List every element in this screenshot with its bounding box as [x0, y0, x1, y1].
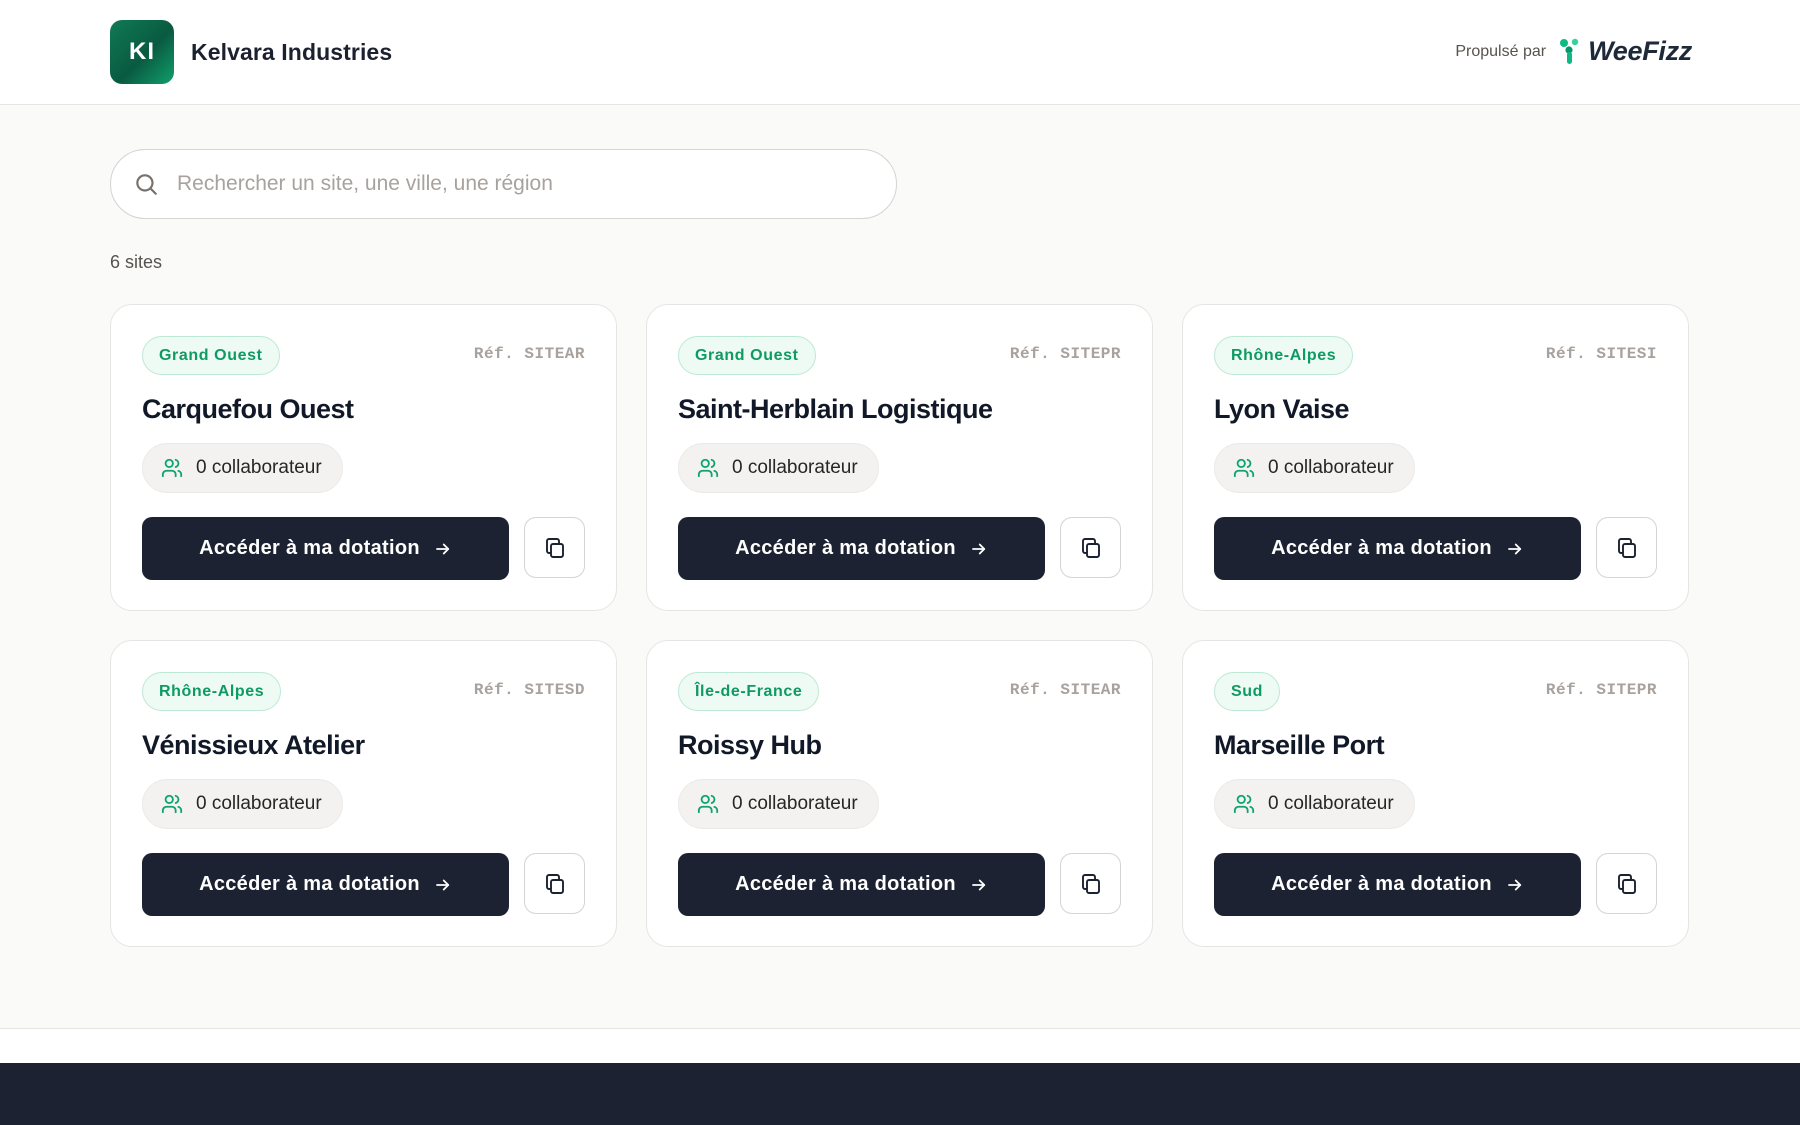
users-icon — [697, 794, 719, 814]
site-card: Grand Ouest Réf. SITEAR Carquefou Ouest … — [110, 304, 617, 611]
partner-logo: WeeFizz — [1588, 36, 1692, 66]
site-name: Roissy Hub — [678, 730, 822, 760]
access-allocation-label: Accéder à ma dotation — [735, 537, 956, 559]
powered-by-label: Propulsé par — [1455, 42, 1547, 60]
copy-icon — [1617, 873, 1636, 894]
site-name: Vénissieux Atelier — [142, 730, 365, 760]
site-name: Carquefou Ouest — [142, 394, 354, 424]
access-allocation-label: Accéder à ma dotation — [735, 873, 956, 895]
site-card: Grand Ouest Réf. SITEPR Saint-Herblain L… — [646, 304, 1153, 611]
access-allocation-button[interactable]: Accéder à ma dotation — [1214, 517, 1581, 580]
region-badge: Île-de-France — [678, 672, 820, 711]
arrow-right-icon — [436, 879, 450, 890]
collaborator-count-label: 0 collaborateur — [732, 457, 858, 478]
users-icon — [1233, 458, 1255, 478]
arrow-right-icon — [436, 543, 450, 554]
search-icon — [136, 174, 157, 195]
collaborator-count: 0 collaborateur — [142, 779, 343, 829]
region-badge: Sud — [1214, 672, 1281, 711]
site-name: Saint-Herblain Logistique — [678, 394, 993, 424]
card-actions: Accéder à ma dotation — [142, 853, 585, 916]
access-allocation-button[interactable]: Accéder à ma dotation — [678, 853, 1045, 916]
access-allocation-button[interactable]: Accéder à ma dotation — [678, 517, 1045, 580]
card-header: Rhône-Alpes Réf. SITESI — [1214, 336, 1657, 376]
arrow-right-icon — [972, 879, 986, 890]
copy-icon — [1081, 537, 1100, 558]
users-icon — [161, 458, 183, 478]
users-icon — [697, 458, 719, 478]
site-card: Île-de-France Réf. SITEAR Roissy Hub 0 c… — [646, 640, 1153, 947]
collaborator-count: 0 collaborateur — [142, 443, 343, 493]
site-card: Sud Réf. SITEPR Marseille Port 0 collabo… — [1182, 640, 1689, 947]
collaborator-count: 0 collaborateur — [1214, 779, 1415, 829]
company-brand: KI Kelvara Industries — [110, 20, 392, 84]
collaborator-count-label: 0 collaborateur — [1268, 457, 1394, 478]
site-reference: Réf. SITEAR — [473, 345, 585, 363]
card-header: Rhône-Alpes Réf. SITESD — [142, 672, 585, 712]
access-allocation-button[interactable]: Accéder à ma dotation — [142, 517, 509, 580]
card-actions: Accéder à ma dotation — [142, 517, 585, 580]
collaborator-count-label: 0 collaborateur — [732, 793, 858, 814]
collaborator-count-label: 0 collaborateur — [196, 457, 322, 478]
access-allocation-label: Accéder à ma dotation — [1271, 537, 1492, 559]
search-bar[interactable] — [110, 149, 897, 219]
users-icon — [1233, 794, 1255, 814]
collaborator-count: 0 collaborateur — [1214, 443, 1415, 493]
site-grid: Grand Ouest Réf. SITEAR Carquefou Ouest … — [110, 304, 1690, 947]
copy-link-button[interactable] — [1060, 517, 1121, 578]
site-name: Marseille Port — [1214, 730, 1385, 760]
page-footer — [0, 1063, 1800, 1125]
company-name: Kelvara Industries — [191, 38, 393, 65]
copy-icon — [545, 873, 564, 894]
access-allocation-button[interactable]: Accéder à ma dotation — [1214, 853, 1581, 916]
copy-link-button[interactable] — [524, 853, 585, 914]
site-card: Rhône-Alpes Réf. SITESD Vénissieux Ateli… — [110, 640, 617, 947]
region-badge: Grand Ouest — [678, 336, 816, 375]
collaborator-count: 0 collaborateur — [678, 443, 879, 493]
site-reference: Réf. SITEPR — [1545, 681, 1657, 699]
collaborator-count-label: 0 collaborateur — [1268, 793, 1394, 814]
company-logo: KI — [110, 20, 174, 84]
collaborator-count-label: 0 collaborateur — [196, 793, 322, 814]
region-badge: Grand Ouest — [142, 336, 280, 375]
site-reference: Réf. SITEPR — [1009, 345, 1121, 363]
region-badge: Rhône-Alpes — [1214, 336, 1354, 375]
arrow-right-icon — [972, 543, 986, 554]
card-header: Sud Réf. SITEPR — [1214, 672, 1657, 712]
search-input[interactable] — [177, 172, 857, 196]
access-allocation-label: Accéder à ma dotation — [1271, 873, 1492, 895]
site-reference: Réf. SITESI — [1545, 345, 1657, 363]
copy-link-button[interactable] — [524, 517, 585, 578]
page-header: KI Kelvara Industries Propulsé par WeeFi… — [0, 0, 1800, 105]
site-reference: Réf. SITEAR — [1009, 681, 1121, 699]
card-actions: Accéder à ma dotation — [678, 517, 1121, 580]
weefizz-logo-icon — [1560, 38, 1579, 64]
copy-icon — [545, 537, 564, 558]
copy-link-button[interactable] — [1060, 853, 1121, 914]
region-badge: Rhône-Alpes — [142, 672, 282, 711]
collaborator-count: 0 collaborateur — [678, 779, 879, 829]
site-card: Rhône-Alpes Réf. SITESI Lyon Vaise 0 col… — [1182, 304, 1689, 611]
access-allocation-label: Accéder à ma dotation — [199, 873, 420, 895]
copy-icon — [1081, 873, 1100, 894]
footer-spacer — [0, 1029, 1800, 1063]
access-allocation-button[interactable]: Accéder à ma dotation — [142, 853, 509, 916]
site-name: Lyon Vaise — [1214, 394, 1350, 424]
arrow-right-icon — [1508, 543, 1522, 554]
copy-icon — [1617, 537, 1636, 558]
users-icon — [161, 794, 183, 814]
card-actions: Accéder à ma dotation — [1214, 853, 1657, 916]
card-header: Grand Ouest Réf. SITEAR — [142, 336, 585, 376]
card-header: Grand Ouest Réf. SITEPR — [678, 336, 1121, 376]
site-reference: Réf. SITESD — [473, 681, 585, 699]
access-allocation-label: Accéder à ma dotation — [199, 537, 420, 559]
arrow-right-icon — [1508, 879, 1522, 890]
results-count: 6 sites — [110, 252, 163, 272]
card-actions: Accéder à ma dotation — [1214, 517, 1657, 580]
card-actions: Accéder à ma dotation — [678, 853, 1121, 916]
powered-by: Propulsé par WeeFizz — [1455, 36, 1692, 67]
card-header: Île-de-France Réf. SITEAR — [678, 672, 1121, 712]
copy-link-button[interactable] — [1596, 853, 1657, 914]
copy-link-button[interactable] — [1596, 517, 1657, 578]
